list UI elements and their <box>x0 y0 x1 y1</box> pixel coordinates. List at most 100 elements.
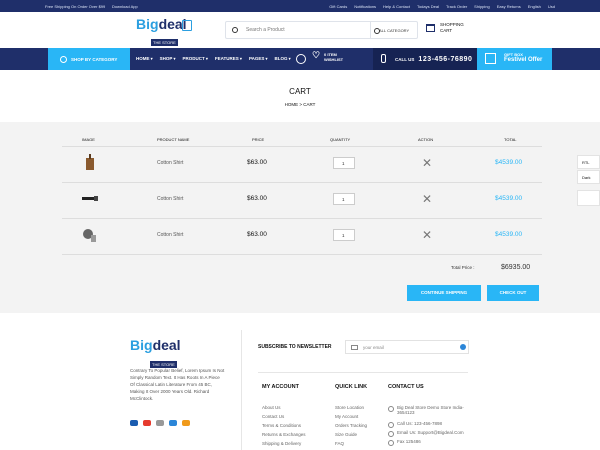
footer-link[interactable]: My Account <box>335 414 367 423</box>
topbar-links: Gift Cards Notifications Help & Contact … <box>329 4 555 9</box>
quantity-input[interactable]: 1 <box>333 157 355 169</box>
gift-big: Festivel Offer <box>504 57 543 63</box>
email-text[interactable]: Email Us: Support@Bigdeal.Com <box>388 430 468 439</box>
address-text: Big Deal Store Demo Store India-3654123 <box>388 405 468 421</box>
logo[interactable]: Bigdeal THE STORE <box>136 16 196 46</box>
todays-deal-link[interactable]: Todays Deal <box>417 4 439 9</box>
color-picker-icon[interactable] <box>577 190 600 206</box>
my-account-title: MY ACCOUNT <box>262 384 299 390</box>
continue-shipping-button[interactable]: CONTINUE SHIPPING <box>407 285 481 301</box>
page-header: CART HOME > CART <box>0 70 600 122</box>
shop-by-category-button[interactable]: SHOP BY CATEGORY <box>48 48 130 70</box>
call-label: CALL US <box>395 57 415 62</box>
divider <box>241 330 242 450</box>
footer-link[interactable]: Terms & Conditions <box>262 423 306 432</box>
shipping-link[interactable]: Shipping <box>474 4 490 9</box>
top-bar: Free Shipping On Order Over $99 Download… <box>0 0 600 12</box>
divider <box>258 372 468 373</box>
nav-home[interactable]: HOME <box>136 56 153 61</box>
envelope-icon <box>351 345 358 350</box>
submit-icon[interactable] <box>460 344 466 350</box>
footer-link[interactable]: Contact Us <box>262 414 306 423</box>
footer-logo[interactable]: Bigdeal THE STORE <box>130 337 200 368</box>
nav-shop[interactable]: SHOP <box>160 56 176 61</box>
shopping-bag-icon <box>182 20 192 31</box>
product-image[interactable] <box>78 224 100 246</box>
product-name[interactable]: Cotton Shirt <box>157 196 183 202</box>
track-order-link[interactable]: Track Order <box>446 4 467 9</box>
divider <box>62 254 542 255</box>
remove-icon[interactable]: ✕ <box>422 156 432 170</box>
dark-toggle[interactable]: Dark <box>577 170 600 184</box>
product-image[interactable] <box>78 152 100 174</box>
quick-link-title: QUICK LINK <box>335 384 368 390</box>
header-image: IMAGE <box>82 137 95 142</box>
card-icon <box>156 420 164 426</box>
nav-features[interactable]: FEATURES <box>215 56 242 61</box>
fax-text: Fax 125486 <box>388 439 468 448</box>
email-field[interactable]: your email <box>345 340 469 354</box>
remove-icon[interactable]: ✕ <box>422 228 432 242</box>
total-price-label: Total Price : <box>451 265 475 270</box>
search-bar[interactable]: Search a Product ALL CATEGORY <box>225 21 418 39</box>
gift-box-offer[interactable]: GIFT BOX Festivel Offer <box>477 48 552 70</box>
footer-link[interactable]: Orders Tracking <box>335 423 367 432</box>
nav-pages[interactable]: PAGES <box>249 56 268 61</box>
contact-column: CONTACT US Big Deal Store Demo Store Ind… <box>388 384 468 448</box>
breadcrumb[interactable]: HOME > CART <box>0 102 600 107</box>
shopping-cart[interactable]: SHOPPING CART <box>426 22 470 40</box>
phone-icon <box>381 54 386 63</box>
nav-blog[interactable]: BLOG <box>274 56 290 61</box>
product-price: $63.00 <box>247 231 267 238</box>
notifications-link[interactable]: Notifications <box>354 4 376 9</box>
rtl-toggle[interactable]: RTL <box>577 155 600 169</box>
product-name[interactable]: Cotton Shirt <box>157 160 183 166</box>
wishlist[interactable]: ♡ 0 ITEM WISHLIST <box>312 50 343 63</box>
cart-icon <box>426 24 435 32</box>
footer-link[interactable]: Shipping & Delivery <box>262 441 306 450</box>
currency-select[interactable]: Usd <box>548 4 555 9</box>
search-icon[interactable] <box>232 27 238 33</box>
category-dropdown[interactable]: ALL CATEGORY <box>370 22 418 38</box>
logo-big: Big <box>136 16 159 32</box>
gift-cards-link[interactable]: Gift Cards <box>329 4 347 9</box>
language-select[interactable]: English <box>528 4 541 9</box>
download-app-link[interactable]: Download App <box>112 4 138 9</box>
footer-link[interactable]: About Us <box>262 405 306 414</box>
easy-returns-link[interactable]: Easy Returns <box>497 4 521 9</box>
user-icon[interactable] <box>296 54 306 64</box>
help-contact-link[interactable]: Help & Contact <box>383 4 410 9</box>
contact-title: CONTACT US <box>388 384 424 390</box>
table-row: Cotton Shirt $63.00 1 ✕ $4539.00 <box>62 183 542 219</box>
gift-icon <box>485 53 496 64</box>
product-image[interactable] <box>78 188 100 210</box>
visa-icon <box>130 420 138 426</box>
search-input[interactable]: Search a Product <box>246 27 285 33</box>
paypal-icon <box>169 420 177 426</box>
page-title: CART <box>289 87 311 96</box>
product-name[interactable]: Cotton Shirt <box>157 232 183 238</box>
row-total: $4539.00 <box>495 159 523 166</box>
footer-link[interactable]: Returns & Exchanges <box>262 432 306 441</box>
nav-product[interactable]: PRODUCT <box>183 56 208 61</box>
footer-logo-big: Big <box>130 337 153 353</box>
header-product-name: PRODUCT NAME <box>157 137 190 142</box>
email-placeholder[interactable]: your email <box>363 345 384 350</box>
heart-icon: ♡ <box>312 50 321 60</box>
footer-link[interactable]: Size Guide <box>335 432 367 441</box>
header-total: TOTAL <box>504 137 517 142</box>
nav-menu: HOME SHOP PRODUCT FEATURES PAGES BLOG <box>136 56 291 61</box>
table-row: Cotton Shirt $63.00 1 ✕ $4539.00 <box>62 219 542 255</box>
quantity-input[interactable]: 1 <box>333 193 355 205</box>
quantity-input[interactable]: 1 <box>333 229 355 241</box>
phone-number: 123-456-76890 <box>418 56 473 63</box>
remove-icon[interactable]: ✕ <box>422 192 432 206</box>
my-account-column: MY ACCOUNT About Us Contact Us Terms & C… <box>262 384 306 450</box>
quick-link-column: QUICK LINK Store Location My Account Ord… <box>335 384 367 450</box>
header-action: ACTION <box>418 137 434 142</box>
footer-link[interactable]: FAQ <box>335 441 367 450</box>
footer-link[interactable]: Store Location <box>335 405 367 414</box>
checkout-button[interactable]: CHECK OUT <box>487 285 539 301</box>
cart-label-2: CART <box>440 28 453 33</box>
table-header: IMAGE PRODUCT NAME PRICE QUANTITY ACTION… <box>62 137 542 145</box>
